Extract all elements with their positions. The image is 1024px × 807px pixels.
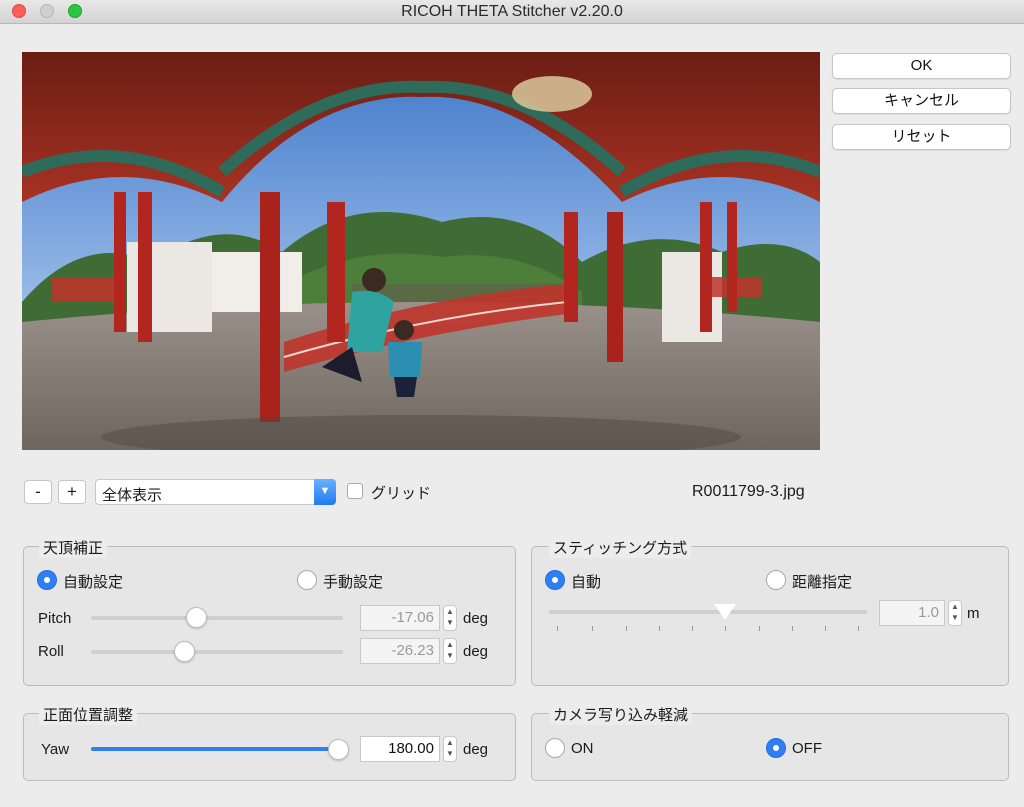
roll-unit: deg — [463, 643, 489, 660]
window-title: RICOH THETA Stitcher v2.20.0 — [401, 3, 623, 20]
cancel-button[interactable]: キャンセル — [832, 88, 1011, 114]
yaw-stepper[interactable]: ▲ ▼ — [443, 736, 457, 762]
distance-unit: m — [967, 605, 980, 622]
camera-reduction-off-radio[interactable] — [766, 738, 786, 758]
view-mode-value: 全体表示 — [102, 487, 163, 504]
pitch-slider-track[interactable] — [91, 616, 343, 620]
zenith-manual-radio[interactable] — [297, 570, 317, 590]
roll-stepper[interactable]: ▲ ▼ — [443, 638, 457, 664]
distance-slider-track[interactable] — [549, 610, 867, 614]
pitch-field[interactable]: -17.06 — [360, 605, 440, 631]
panorama-preview[interactable] — [22, 52, 820, 450]
camera-reduction-on-radio[interactable] — [545, 738, 565, 758]
zenith-auto-label: 自動設定 — [63, 574, 124, 591]
filename-label: R0011799-3.jpg — [692, 483, 805, 500]
yaw-label: Yaw — [41, 741, 70, 758]
distance-stepper[interactable]: ▲ ▼ — [948, 600, 962, 626]
zenith-correction-title: 天頂補正 — [39, 537, 108, 558]
roll-slider-track[interactable] — [91, 650, 343, 654]
title-bar: RICOH THETA Stitcher v2.20.0 — [0, 0, 1024, 24]
chevron-down-icon: ▼ — [314, 479, 336, 505]
pitch-stepper[interactable]: ▲ ▼ — [443, 605, 457, 631]
distance-field[interactable]: 1.0 — [879, 600, 945, 626]
view-mode-select[interactable]: 全体表示 ▼ — [95, 479, 336, 505]
panorama-image — [22, 52, 820, 450]
pitch-slider-knob[interactable] — [186, 607, 207, 628]
stitching-auto-radio[interactable] — [545, 570, 565, 590]
roll-field[interactable]: -26.23 — [360, 638, 440, 664]
camera-reduction-off-label: OFF — [792, 740, 822, 757]
distance-slider-knob[interactable] — [714, 604, 736, 620]
stitching-distance-radio[interactable] — [766, 570, 786, 590]
stitching-method-title: スティッチング方式 — [549, 537, 692, 558]
grid-checkbox[interactable] — [347, 483, 363, 499]
zoom-in-button[interactable]: + — [58, 480, 86, 504]
zenith-manual-label: 手動設定 — [323, 574, 384, 591]
reset-button[interactable]: リセット — [832, 124, 1011, 150]
roll-label: Roll — [38, 643, 64, 660]
app-window: RICOH THETA Stitcher v2.20.0 OK キャンセル リセ… — [0, 0, 1024, 807]
front-position-title: 正面位置調整 — [39, 704, 138, 725]
zoom-out-button[interactable]: - — [24, 480, 52, 504]
yaw-slider-track[interactable] — [91, 747, 343, 751]
yaw-field[interactable]: 180.00 — [360, 736, 440, 762]
yaw-slider-knob[interactable] — [328, 739, 349, 760]
pitch-unit: deg — [463, 610, 489, 627]
stitching-auto-label: 自動 — [571, 574, 602, 591]
roll-slider-knob[interactable] — [174, 641, 195, 662]
camera-reduction-on-label: ON — [571, 740, 594, 757]
zenith-auto-radio[interactable] — [37, 570, 57, 590]
ok-button[interactable]: OK — [832, 53, 1011, 79]
stitching-distance-label: 距離指定 — [792, 574, 853, 591]
camera-reduction-title: カメラ写り込み軽減 — [549, 704, 693, 725]
pitch-label: Pitch — [38, 610, 72, 627]
yaw-unit: deg — [463, 741, 489, 758]
grid-label: グリッド — [371, 485, 432, 502]
